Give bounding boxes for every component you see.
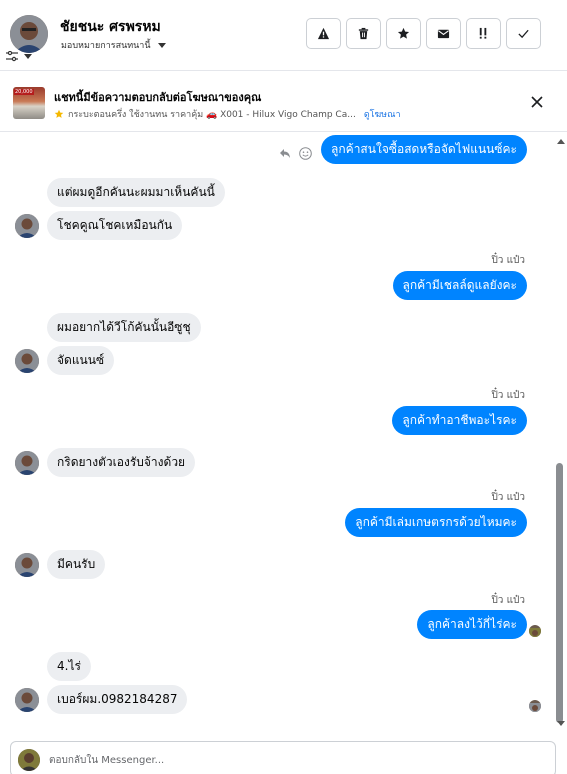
ad-thumb-tag: 20,000 [14,89,34,95]
mark-spam-button[interactable] [466,18,501,49]
mark-unread-button[interactable] [426,18,461,49]
star-icon [397,27,410,39]
contact-avatar-small [15,214,39,238]
emoji-icon[interactable] [299,147,312,160]
incoming-message[interactable]: แต่ผมดูอีกคันนะผมมาเห็นคันนี้ [47,178,225,207]
outgoing-message[interactable]: ลูกค้ามีเล่มเกษตรกรด้วยไหมคะ [345,508,527,537]
trash-icon [358,27,369,40]
message-actions [279,147,312,160]
ad-thumbnail[interactable]: 20,000 [13,87,45,119]
seen-avatar [529,700,541,712]
chevron-down-icon [24,54,32,59]
mark-done-button[interactable] [506,18,541,49]
contact-avatar-small [15,451,39,475]
contact-name: ชัยชนะ ศรพรหม [60,19,161,35]
reply-box [10,741,556,774]
conversation-header: ชัยชนะ ศรพรหม มอบหมายการสนทนานี้ [0,0,567,71]
scrollbar-thumb[interactable] [556,463,563,723]
assign-conversation-dropdown[interactable]: มอบหมายการสนทนานี้ [61,38,166,52]
checkmark-icon [518,29,529,39]
outgoing-message[interactable]: ลูกค้าสนใจซื้อสดหรือจัดไฟแนนซ์คะ [321,135,527,164]
scroll-down-arrow[interactable] [557,721,565,726]
ad-meta: กระบะตอนครึ่ง ใช้งานทน ราคาคุ้ม 🚗 X001 -… [54,107,401,121]
incoming-message[interactable]: มีคนรับ [47,550,106,579]
outgoing-message[interactable]: ลูกค้าลงไว้กี่ไร่คะ [417,610,527,639]
close-icon[interactable] [529,94,545,110]
incoming-message[interactable]: กริดยางตัวเองรับจ้างด้วย [47,448,196,477]
delete-button[interactable] [346,18,381,49]
scrollbar[interactable] [553,133,567,733]
chevron-down-icon [157,42,166,48]
warning-icon [317,27,330,40]
reply-icon[interactable] [279,148,291,159]
ad-banner-title: แชทนี้มีข้อความตอบกลับต่อโฆษณาของคุณ [54,91,262,104]
contact-avatar-small [15,553,39,577]
outgoing-message[interactable]: ลูกค้ามีเชลล์ดูแลยังคะ [392,271,527,300]
assign-label: มอบหมายการสนทนานี้ [61,41,151,51]
contact-avatar-small [15,349,39,373]
view-ad-link[interactable]: ดูโฆษณา [364,107,401,121]
ad-description: กระบะตอนครึ่ง ใช้งานทน ราคาคุ้ม 🚗 X001 -… [68,110,356,120]
ad-reply-banner: 20,000 แชทนี้มีข้อความตอบกลับต่อโฆษณาของ… [0,72,567,132]
contact-avatar-small [15,688,39,712]
reply-input[interactable] [49,751,529,769]
message-thread[interactable]: ลูกค้าสนใจซื้อสดหรือจัดไฟแนนซ์คะ แต่ผมดู… [0,133,567,733]
incoming-message[interactable]: 4.ไร่ [47,652,91,681]
star-icon [54,109,64,118]
incoming-message[interactable]: ผมอยากได้วีโก้คันนั้นอีซูชุ [47,313,201,342]
report-button[interactable] [306,18,341,49]
contact-avatar[interactable] [10,15,48,53]
seen-avatar [529,625,541,637]
star-button[interactable] [386,18,421,49]
page-avatar [18,749,40,771]
sender-name: ปิ๋ว แป๋ว [491,255,525,266]
sender-name: ปิ๋ว แป๋ว [491,390,525,401]
outgoing-message[interactable]: ลูกค้าทำอาชีพอะไรคะ [392,406,527,435]
exclamation-icon [479,27,487,39]
scroll-up-arrow[interactable] [557,139,565,144]
incoming-message[interactable]: จัดแนนซ์ [47,346,115,375]
incoming-message[interactable]: โชคคูณโชคเหมือนกัน [47,211,183,240]
sender-name: ปิ๋ว แป๋ว [491,492,525,503]
filter-settings-button[interactable] [6,51,32,62]
sliders-icon [6,51,18,62]
sender-name: ปิ๋ว แป๋ว [491,595,525,606]
incoming-message[interactable]: เบอร์ผม.0982184287 [47,685,188,714]
envelope-icon [437,29,450,39]
conversation-actions [306,18,541,49]
